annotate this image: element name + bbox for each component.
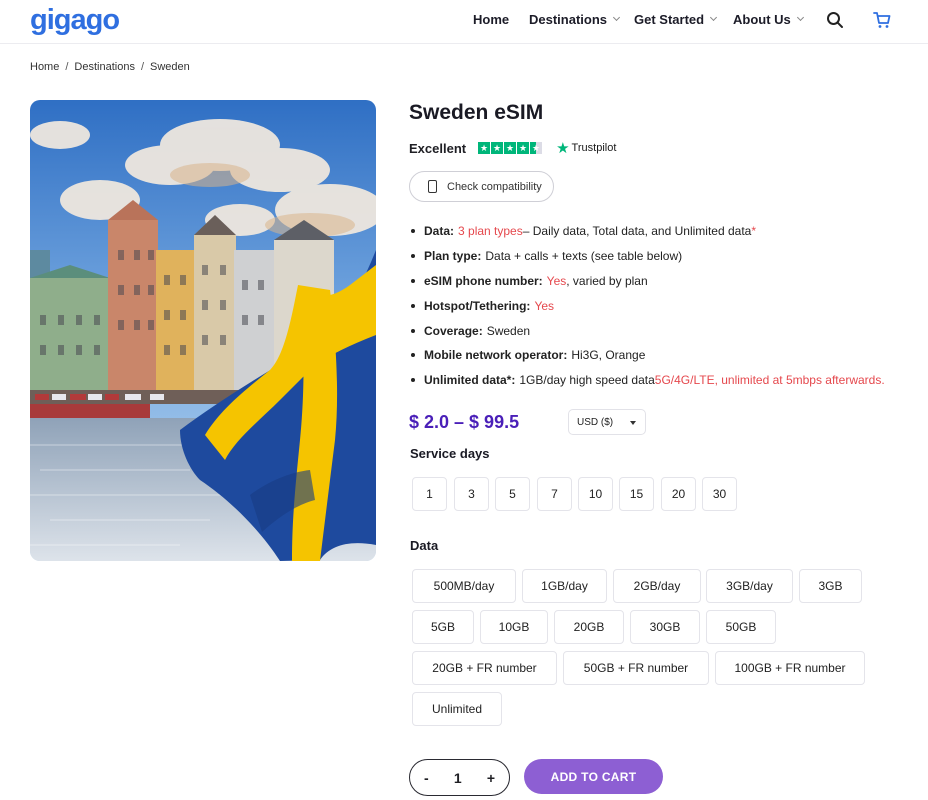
feature-value: Yes bbox=[534, 298, 555, 313]
service-day-option[interactable]: 30 bbox=[702, 477, 737, 511]
gigago-logo[interactable]: gigago bbox=[30, 4, 120, 37]
nav-about-us-label: About Us bbox=[733, 12, 791, 27]
feature-label: Unlimited data*: bbox=[424, 373, 516, 388]
service-day-option[interactable]: 1 bbox=[412, 477, 447, 511]
chevron-down-icon bbox=[796, 13, 804, 22]
feature-value: – Daily data, Total data, and Unlimited … bbox=[522, 224, 752, 239]
feature-value: , varied by plan bbox=[566, 273, 648, 288]
feature-label: Hotspot/Tethering: bbox=[424, 298, 531, 313]
star-half-icon: ★ bbox=[530, 142, 543, 154]
currency-select[interactable]: USD ($) bbox=[568, 409, 646, 435]
service-day-option[interactable]: 3 bbox=[454, 477, 489, 511]
nav-destinations-label: Destinations bbox=[529, 12, 608, 27]
data-option[interactable]: 500MB/day bbox=[412, 569, 516, 603]
star-icon: ★ bbox=[517, 142, 530, 154]
service-day-option[interactable]: 15 bbox=[619, 477, 654, 511]
feature-plan-type: Plan type: Data + calls + texts (see tabl… bbox=[411, 244, 885, 269]
data-option[interactable]: 3GB bbox=[799, 569, 862, 603]
nav-destinations[interactable]: Destinations bbox=[529, 12, 621, 27]
data-option[interactable]: Unlimited bbox=[412, 692, 502, 726]
star-icon: ★ bbox=[478, 142, 491, 154]
caret-down-icon bbox=[630, 421, 636, 425]
check-compatibility-label: Check compatibility bbox=[447, 180, 542, 193]
data-option[interactable]: 20GB bbox=[554, 610, 624, 644]
feature-label: Data: bbox=[424, 224, 455, 239]
feature-label: eSIM phone number: bbox=[424, 273, 543, 288]
data-option[interactable]: 1GB/day bbox=[522, 569, 607, 603]
data-option[interactable]: 2GB/day bbox=[613, 569, 701, 603]
rating-row: Excellent ★ ★ ★ ★ ★ ★ Trustpilot bbox=[409, 139, 616, 157]
site-header: gigago Home Destinations Get Started Abo… bbox=[0, 0, 928, 44]
quantity-increase-button[interactable]: + bbox=[487, 770, 495, 786]
service-day-option[interactable]: 20 bbox=[661, 477, 696, 511]
feature-value: 1GB/day high speed data bbox=[519, 373, 655, 388]
feature-label: Coverage: bbox=[424, 323, 483, 338]
feature-value: 3 plan types bbox=[458, 224, 523, 239]
check-compatibility-button[interactable]: Check compatibility bbox=[409, 171, 554, 202]
data-label: Data bbox=[410, 538, 439, 553]
service-day-option[interactable]: 5 bbox=[495, 477, 530, 511]
feature-value: 5G/4G/LTE, unlimited at 5mbps afterwards… bbox=[654, 373, 885, 388]
nav-home[interactable]: Home bbox=[473, 12, 509, 27]
nav-get-started-label: Get Started bbox=[634, 12, 705, 27]
data-option[interactable]: 10GB bbox=[480, 610, 548, 644]
feature-coverage: Coverage: Sweden bbox=[411, 318, 885, 343]
feature-value: Yes bbox=[546, 273, 567, 288]
feature-value: Sweden bbox=[486, 323, 531, 338]
star-icon: ★ bbox=[491, 142, 504, 154]
rating-stars: ★ ★ ★ ★ ★ bbox=[478, 142, 543, 154]
feature-hotspot: Hotspot/Tethering: Yes bbox=[411, 293, 885, 318]
nav-about-us[interactable]: About Us bbox=[733, 12, 804, 27]
feature-value: Data + calls + texts (see table below) bbox=[485, 249, 683, 264]
cart-icon[interactable] bbox=[872, 10, 894, 32]
breadcrumb-separator: / bbox=[140, 61, 145, 73]
feature-data: Data: 3 plan types – Daily data, Total da… bbox=[411, 219, 885, 244]
nav-home-label: Home bbox=[473, 12, 510, 27]
service-day-option[interactable]: 10 bbox=[578, 477, 613, 511]
star-icon: ★ bbox=[504, 142, 517, 154]
breadcrumb-home[interactable]: Home bbox=[30, 61, 59, 73]
trustpilot-label: Trustpilot bbox=[571, 142, 617, 154]
feature-list: Data: 3 plan types – Daily data, Total da… bbox=[411, 219, 885, 393]
price-range: $ 2.0 – $ 99.5 bbox=[409, 412, 520, 432]
feature-value: Hi3G, Orange bbox=[571, 348, 646, 363]
feature-value: * bbox=[751, 224, 756, 239]
logo-text: gigago bbox=[30, 4, 120, 36]
feature-phone-number: eSIM phone number: Yes, varied by plan bbox=[411, 269, 885, 294]
chevron-down-icon bbox=[710, 13, 718, 22]
product-title: Sweden eSIM bbox=[409, 101, 544, 124]
rating-text: Excellent bbox=[409, 140, 467, 156]
quantity-value[interactable]: 1 bbox=[454, 770, 462, 786]
breadcrumb-current: Sweden bbox=[150, 61, 190, 73]
feature-operator: Mobile network operator: Hi3G, Orange bbox=[411, 343, 885, 368]
feature-label: Mobile network operator: bbox=[424, 348, 568, 363]
phone-icon bbox=[428, 180, 437, 193]
currency-value: USD ($) bbox=[577, 416, 614, 428]
quantity-stepper: - 1 + bbox=[409, 759, 510, 796]
service-day-option[interactable]: 7 bbox=[537, 477, 572, 511]
search-icon[interactable] bbox=[825, 10, 847, 32]
data-option[interactable]: 50GB bbox=[706, 610, 776, 644]
breadcrumb-separator: / bbox=[65, 61, 69, 73]
nav-get-started[interactable]: Get Started bbox=[634, 12, 718, 27]
data-option[interactable]: 5GB bbox=[412, 610, 474, 644]
breadcrumb-destinations[interactable]: Destinations bbox=[74, 61, 135, 73]
feature-label: Plan type: bbox=[424, 249, 482, 264]
data-option[interactable]: 100GB + FR number bbox=[715, 651, 865, 685]
chevron-down-icon bbox=[612, 13, 621, 22]
data-option[interactable]: 3GB/day bbox=[706, 569, 793, 603]
feature-unlimited-data: Unlimited data*: 1GB/day high speed data … bbox=[411, 368, 885, 393]
breadcrumb: Home / Destinations / Sweden bbox=[30, 61, 190, 73]
add-to-cart-button[interactable]: ADD TO CART bbox=[524, 759, 663, 794]
data-option[interactable]: 20GB + FR number bbox=[412, 651, 557, 685]
data-option[interactable]: 50GB + FR number bbox=[563, 651, 709, 685]
trustpilot-logo[interactable]: ★ Trustpilot bbox=[556, 139, 616, 157]
trustpilot-star-icon: ★ bbox=[556, 140, 570, 157]
service-days-label: Service days bbox=[410, 446, 490, 461]
product-image bbox=[30, 100, 376, 561]
data-option[interactable]: 30GB bbox=[630, 610, 700, 644]
quantity-decrease-button[interactable]: - bbox=[424, 770, 429, 786]
